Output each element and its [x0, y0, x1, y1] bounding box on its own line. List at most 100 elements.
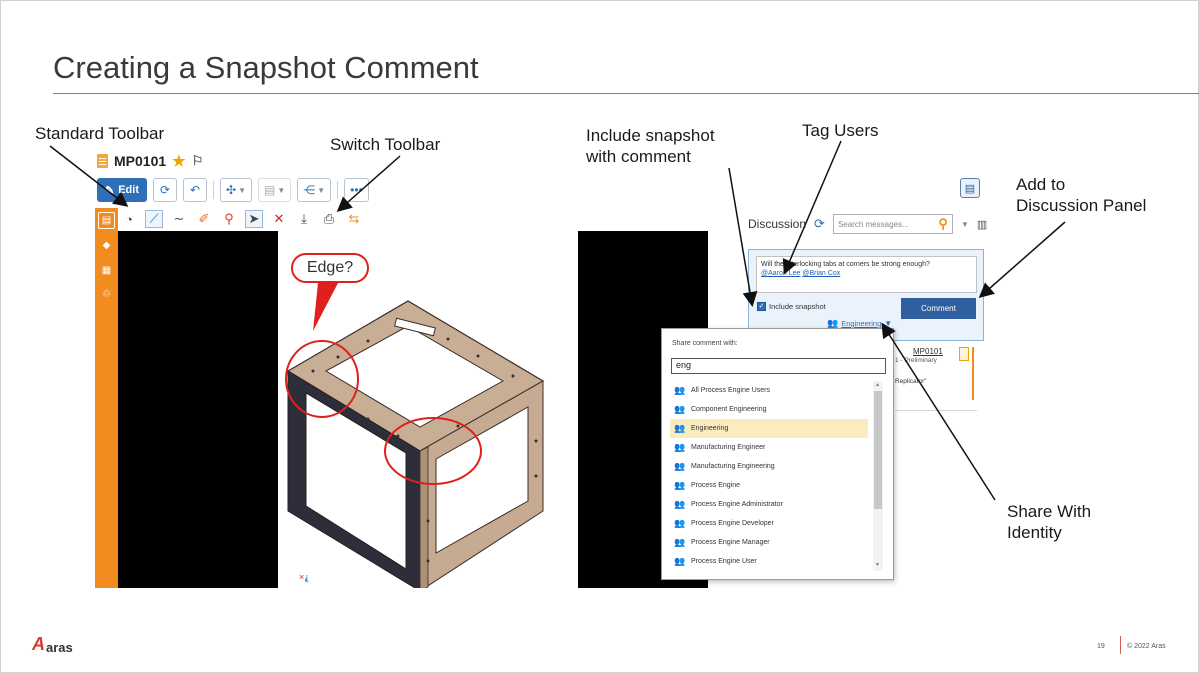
- callout-include-snapshot-line2: with comment: [586, 147, 691, 166]
- settings-icon[interactable]: ▥: [977, 218, 987, 231]
- comment-button[interactable]: Comment: [901, 298, 976, 319]
- chevron-down-icon: ▼: [884, 319, 893, 328]
- callout-add-to-panel: Add to Discussion Panel: [1016, 174, 1146, 216]
- curve-tool-icon[interactable]: ∼: [170, 210, 188, 228]
- 3d-viewport[interactable]: [278, 231, 578, 588]
- rotate-icon: ↶: [189, 183, 201, 197]
- slide-title: Creating a Snapshot Comment: [53, 50, 479, 85]
- document-icon: [97, 154, 108, 168]
- scroll-up-icon[interactable]: ▲: [875, 382, 880, 388]
- people-icon: 👥: [674, 499, 686, 509]
- print-icon[interactable]: ⎙: [320, 210, 338, 228]
- share-option-label: Process Engine: [691, 482, 741, 489]
- rotate-button[interactable]: ↶: [183, 178, 207, 202]
- chevron-down-icon: ▼: [238, 185, 246, 195]
- share-option[interactable]: 👥 Process Engine: [670, 476, 868, 495]
- include-snapshot-checkbox[interactable]: ✓: [757, 302, 766, 311]
- share-list-scrollbar[interactable]: ▲ ▼: [873, 381, 883, 571]
- select-pointer-icon[interactable]: ➤: [245, 210, 263, 228]
- share-option-label: Manufacturing Engineering: [691, 463, 775, 470]
- share-option-selected[interactable]: 👥 Engineering: [670, 419, 868, 438]
- explode-icon: ✣: [226, 183, 237, 197]
- share-option[interactable]: 👥 Component Engineering: [670, 400, 868, 419]
- comment-textarea[interactable]: Will the interlocking tabs at corners be…: [756, 256, 977, 293]
- share-icon: ⋲: [303, 183, 316, 197]
- callout-add-to-line2: Discussion Panel: [1016, 196, 1147, 215]
- mention-aaron[interactable]: @Aaron Lee: [761, 270, 800, 277]
- switch-toolbar-icon[interactable]: ⇆: [345, 210, 363, 228]
- discussion-header: Discussion ⟳ Search messages... ⚲ ▼ ▥: [748, 214, 987, 234]
- share-identity-label: Engineering: [841, 319, 882, 328]
- chevron-down-icon[interactable]: ▼: [961, 220, 969, 229]
- aras-logo: A aras: [32, 634, 73, 655]
- share-option[interactable]: 👥 Process Engine Manager: [670, 533, 868, 552]
- share-option-label: Process Engine User: [691, 558, 757, 565]
- clipboard-button[interactable]: ▤ ▼: [257, 178, 292, 202]
- sidebar-tab-form-icon[interactable]: ▤: [98, 212, 115, 229]
- people-icon: 👥: [674, 461, 686, 471]
- refresh-button[interactable]: ⟳: [153, 178, 177, 202]
- feed-accent-bar: [972, 347, 974, 400]
- share-option[interactable]: 👥 Manufacturing Engineering: [670, 457, 868, 476]
- share-option[interactable]: 👥 Process Engine User: [670, 552, 868, 571]
- share-button[interactable]: ⋲ ▼: [297, 178, 332, 202]
- refresh-icon[interactable]: ⟳: [814, 216, 825, 232]
- discussion-search-input[interactable]: Search messages... ⚲: [832, 214, 953, 234]
- discussion-label: Discussion: [748, 217, 807, 231]
- flag-icon[interactable]: ⚐: [192, 153, 204, 169]
- discussion-feed-item: MP0101 1 - Preliminary Replicator": [895, 343, 979, 411]
- share-option[interactable]: 👥 Process Engine Developer: [670, 514, 868, 533]
- markup-toolbar: ◔ ⟋ ∼ ✐ ⚲ ➤ ✕ ⤓ ⎙ ⇆: [120, 208, 363, 230]
- edit-button[interactable]: ✎ Edit: [97, 178, 147, 202]
- viewport-left-pane: [118, 231, 278, 588]
- pin-icon[interactable]: ⚲: [220, 210, 238, 228]
- scroll-down-icon[interactable]: ▼: [875, 562, 880, 568]
- feed-item-link[interactable]: MP0101: [913, 347, 943, 356]
- logo-mark-icon: A: [32, 634, 45, 654]
- chat-icon: ▤: [964, 182, 976, 195]
- people-icon: 👥: [674, 442, 686, 452]
- search-placeholder: Search messages...: [837, 219, 909, 229]
- sidebar: ▤ ◆ ▦ ♲: [95, 208, 118, 588]
- mention-brian[interactable]: @Brian Cox: [802, 270, 840, 277]
- cad-model-drawing: [285, 283, 545, 588]
- title-divider: [53, 93, 1199, 94]
- callout-standard-toolbar: Standard Toolbar: [35, 124, 165, 143]
- sidebar-tab-structure-icon[interactable]: ♲: [98, 286, 115, 303]
- toolbar-separator: [337, 181, 339, 199]
- home-view-icon[interactable]: ◔: [120, 210, 138, 228]
- explode-button[interactable]: ✣ ▼: [220, 178, 252, 202]
- delete-icon[interactable]: ✕: [270, 210, 288, 228]
- discussion-toggle-button[interactable]: ▤: [960, 178, 980, 198]
- more-icon: •••: [350, 183, 363, 197]
- feed-item-quote: Replicator": [895, 378, 927, 385]
- standard-toolbar: ✎ Edit ⟳ ↶ ✣ ▼ ▤ ▼ ⋲ ▼ •••: [97, 178, 369, 202]
- share-option-label: Process Engine Developer: [691, 520, 774, 527]
- share-filter-input[interactable]: eng: [671, 358, 886, 374]
- callout-include-snapshot: Include snapshot with comment: [586, 125, 715, 167]
- sidebar-tab-3d-icon[interactable]: ◆: [98, 237, 115, 254]
- search-icon[interactable]: ⚲: [938, 216, 948, 232]
- scrollbar-thumb[interactable]: [874, 391, 882, 509]
- people-icon: 👥: [674, 556, 686, 566]
- more-button[interactable]: •••: [344, 178, 369, 202]
- document-icon: [959, 347, 969, 361]
- axis-triad: ×⸘: [299, 572, 310, 582]
- callout-add-to-line1: Add to: [1016, 175, 1066, 194]
- share-option[interactable]: 👥 All Process Engine Users: [670, 381, 868, 400]
- share-identity-list: 👥 All Process Engine Users 👥 Component Eng…: [670, 381, 868, 571]
- share-option[interactable]: 👥 Process Engine Administrator: [670, 495, 868, 514]
- star-icon[interactable]: ★: [172, 152, 185, 170]
- people-icon: 👥: [674, 518, 686, 528]
- item-header: MP0101 ★ ⚐: [97, 152, 203, 170]
- logo-text: aras: [46, 640, 73, 655]
- download-icon[interactable]: ⤓: [295, 210, 313, 228]
- edit-button-label: Edit: [118, 184, 139, 196]
- people-icon: 👥: [674, 423, 686, 433]
- highlighter-icon[interactable]: ✐: [195, 210, 213, 228]
- share-option[interactable]: 👥 Manufacturing Engineer: [670, 438, 868, 457]
- sidebar-tab-document-icon[interactable]: ▦: [98, 262, 115, 279]
- freehand-tool-icon[interactable]: ⟋: [145, 210, 163, 228]
- clipboard-icon: ▤: [263, 183, 276, 197]
- share-dropdown-heading: Share comment with:: [672, 340, 738, 347]
